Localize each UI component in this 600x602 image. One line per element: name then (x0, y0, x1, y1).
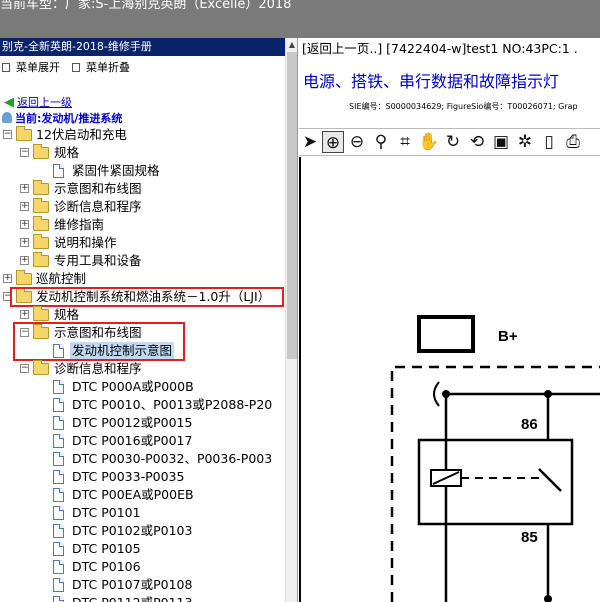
viewer-toolbar: ➤ ⊕ ⊖ ⚲ ⌗ ✋ ↻ ⟲ ▣ ✲ ▯ ⎙ (299, 128, 600, 156)
back-arrow-icon: ◀ (4, 95, 14, 110)
document-icon (53, 542, 64, 556)
zoom-out-icon[interactable]: ⊖ (346, 131, 368, 153)
expand-toggle-icon[interactable]: + (20, 220, 29, 229)
document-title: 电源、搭铁、串行数据和故障指示灯 (303, 72, 560, 91)
folder-icon (33, 198, 49, 213)
relay-switch (538, 468, 562, 492)
back-link[interactable]: ◀ 返回上一级 (4, 94, 72, 110)
pin-85-label: 85 (521, 529, 538, 546)
document-meta: SIE编号：S0000034629; FigureSio编号：T00026071… (349, 102, 578, 111)
folder-icon (33, 252, 49, 267)
collapse-toggle-icon[interactable]: − (20, 364, 29, 373)
wiring-diagram: B+ 86 85 (390, 315, 600, 602)
document-icon (53, 380, 64, 394)
document-icon (53, 398, 64, 412)
folder-icon (33, 306, 49, 321)
location-pin-icon (2, 112, 12, 123)
select-arrow-icon[interactable]: ➤ (299, 131, 321, 153)
find-icon[interactable]: ⚲ (370, 131, 392, 153)
left-navigation-pane: 别克-全新英朗-2018-维修手册 菜单展开 菜单折叠 ◀ 返回上一级 当前:发动… (0, 38, 298, 602)
pin-86-label: 86 (521, 416, 538, 433)
connector-bracket (433, 381, 440, 407)
tree-scrollbar[interactable]: ▲ (285, 38, 297, 602)
collapse-toggle-icon[interactable]: − (20, 148, 29, 157)
pan-hand-icon[interactable]: ✋ (418, 131, 440, 153)
document-icon (53, 506, 64, 520)
document-icon (53, 524, 64, 538)
expand-toggle-icon[interactable]: + (20, 238, 29, 247)
crop-icon[interactable]: ⌗ (394, 131, 416, 153)
expand-icon (2, 63, 10, 72)
settings-icon[interactable]: ✲ (514, 131, 536, 153)
current-vehicle-label: 当前车型：厂家:S-上海别克英朗（Excelle）2018 (0, 0, 292, 12)
menu-expand-button[interactable]: 菜单展开 (2, 59, 60, 75)
document-icon (53, 488, 64, 502)
folder-icon (33, 144, 49, 159)
expand-toggle-icon[interactable]: + (20, 310, 29, 319)
document-icon (53, 578, 64, 592)
highlight-box (13, 322, 185, 361)
document-icon (53, 416, 64, 430)
highlight-box (10, 287, 284, 307)
bplus-label: B+ (498, 328, 518, 345)
folder-icon (16, 270, 32, 285)
module-boundary (390, 365, 600, 602)
document-icon (53, 560, 64, 574)
rotate-icon[interactable]: ↻ (442, 131, 464, 153)
bplus-connector-box (417, 315, 475, 353)
expand-toggle-icon[interactable]: + (3, 274, 12, 283)
menu-collapse-button[interactable]: 菜单折叠 (72, 59, 130, 75)
folder-icon (16, 126, 32, 141)
scroll-up-icon[interactable]: ▲ (286, 38, 297, 52)
folder-icon (33, 360, 49, 375)
current-location: 当前:发动机/推进系统 (2, 110, 122, 126)
document-icon (53, 470, 64, 484)
refresh-icon[interactable]: ⟲ (466, 131, 488, 153)
zoom-in-icon[interactable]: ⊕ (322, 131, 344, 153)
document-icon (53, 434, 64, 448)
document-viewer-pane: [返回上一页..] [7422404-w]test1 NO:43PC:1 . 电… (299, 38, 600, 602)
diagram-canvas[interactable]: B+ 86 85 (299, 157, 600, 602)
document-header-link[interactable]: [返回上一页..] [7422404-w]test1 NO:43PC:1 . (302, 38, 578, 57)
scroll-thumb[interactable] (287, 52, 297, 359)
folder-icon (33, 234, 49, 249)
document-icon (53, 452, 64, 466)
window-title-bar: 当前车型：厂家:S-上海别克英朗（Excelle）2018 (0, 0, 600, 38)
collapse-toggle-icon[interactable]: − (3, 130, 12, 139)
manual-title: 别克-全新英朗-2018-维修手册 (0, 38, 285, 56)
document-icon (53, 164, 64, 178)
expand-toggle-icon[interactable]: + (20, 256, 29, 265)
expand-toggle-icon[interactable]: + (20, 184, 29, 193)
page-icon[interactable]: ▯ (538, 131, 560, 153)
print-icon[interactable]: ⎙ (562, 131, 584, 153)
folder-icon (33, 180, 49, 195)
expand-toggle-icon[interactable]: + (20, 202, 29, 211)
fit-icon[interactable]: ▣ (490, 131, 512, 153)
collapse-icon (72, 63, 80, 72)
folder-icon (33, 216, 49, 231)
junction-dot (544, 595, 552, 602)
document-icon (53, 596, 64, 602)
